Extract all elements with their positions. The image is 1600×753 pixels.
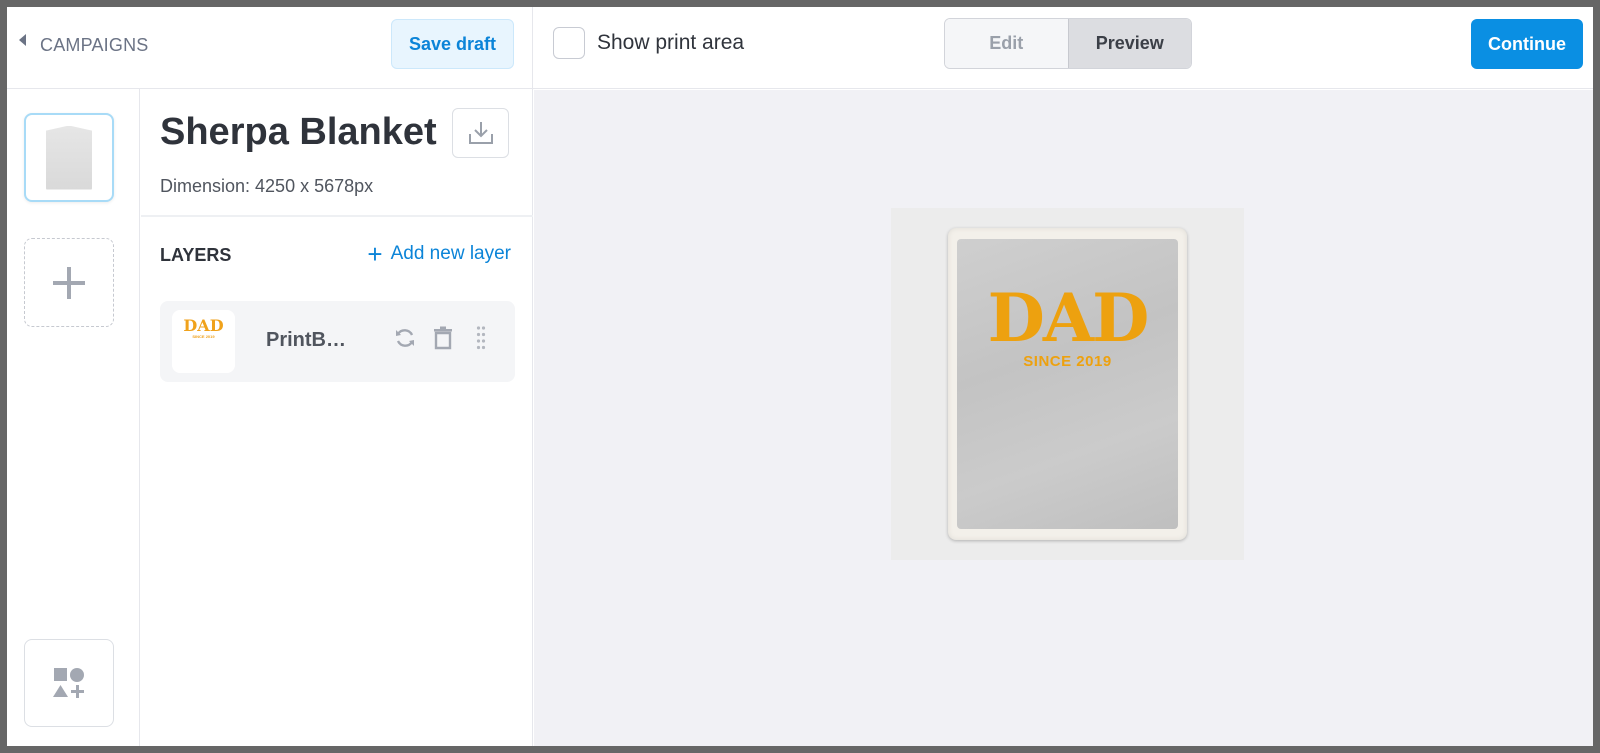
blanket-print-surface: DAD SINCE 2019 [957,239,1178,529]
layer-thumbnail: DAD SINCE 2019 [172,310,235,373]
plus-icon [53,266,85,299]
shapes-icon [53,668,84,698]
preview-mode-tab[interactable]: Preview [1068,19,1191,68]
layers-heading: LAYERS [160,245,232,265]
add-side-button[interactable] [24,238,114,327]
back-link-label: CAMPAIGNS [40,34,149,55]
add-layer-plus-icon: + [367,239,383,269]
show-print-area-toggle[interactable]: Show print area [553,27,744,59]
design-title: DAD [987,279,1150,357]
top-bar-left: CAMPAIGNS Save draft [7,7,533,89]
back-caret-icon [19,34,26,46]
side-rail [7,89,140,746]
replace-layer-button[interactable] [393,323,417,353]
add-new-layer-button[interactable]: + Add new layer [367,241,511,267]
view-mode-toggle: Edit Preview [944,18,1192,69]
product-panel: Sherpa Blanket Dimension: 4250 x 5678px … [141,89,533,746]
show-print-area-checkbox[interactable] [553,27,585,59]
layer-actions [393,323,507,353]
add-shapes-button[interactable] [24,639,114,727]
show-print-area-label: Show print area [597,31,745,54]
download-button[interactable] [452,108,509,158]
layer-item[interactable]: DAD SINCE 2019 PrintB… [160,301,515,382]
download-icon [468,122,493,144]
layer-name: PrintB… [266,329,346,351]
blanket-mockup: DAD SINCE 2019 [948,228,1187,540]
refresh-icon [396,329,414,347]
panel-divider [141,215,533,217]
top-bar: CAMPAIGNS Save draft Show print area Edi… [7,7,1593,89]
add-layer-label: Add new layer [390,243,511,264]
app-window: CAMPAIGNS Save draft Show print area Edi… [7,7,1593,746]
delete-layer-button[interactable] [431,323,455,353]
layer-thumb-title: DAD [183,316,224,335]
trash-icon [434,326,452,350]
save-draft-button[interactable]: Save draft [391,19,514,69]
blanket-thumbnail-icon [46,125,92,190]
edit-mode-tab[interactable]: Edit [945,19,1069,68]
layer-thumb-subtitle: SINCE 2019 [192,334,215,339]
preview-canvas: DAD SINCE 2019 [534,90,1593,746]
drag-handle-icon [476,326,486,350]
product-title: Sherpa Blanket [160,111,437,153]
continue-button[interactable]: Continue [1471,19,1583,69]
product-side-thumbnail[interactable] [24,113,114,202]
product-dimension: Dimension: 4250 x 5678px [160,176,374,196]
product-mockup: DAD SINCE 2019 [891,208,1244,560]
design-print: DAD SINCE 2019 [957,285,1178,370]
drag-handle[interactable] [469,323,493,353]
back-to-campaigns-link[interactable]: CAMPAIGNS [19,33,148,57]
